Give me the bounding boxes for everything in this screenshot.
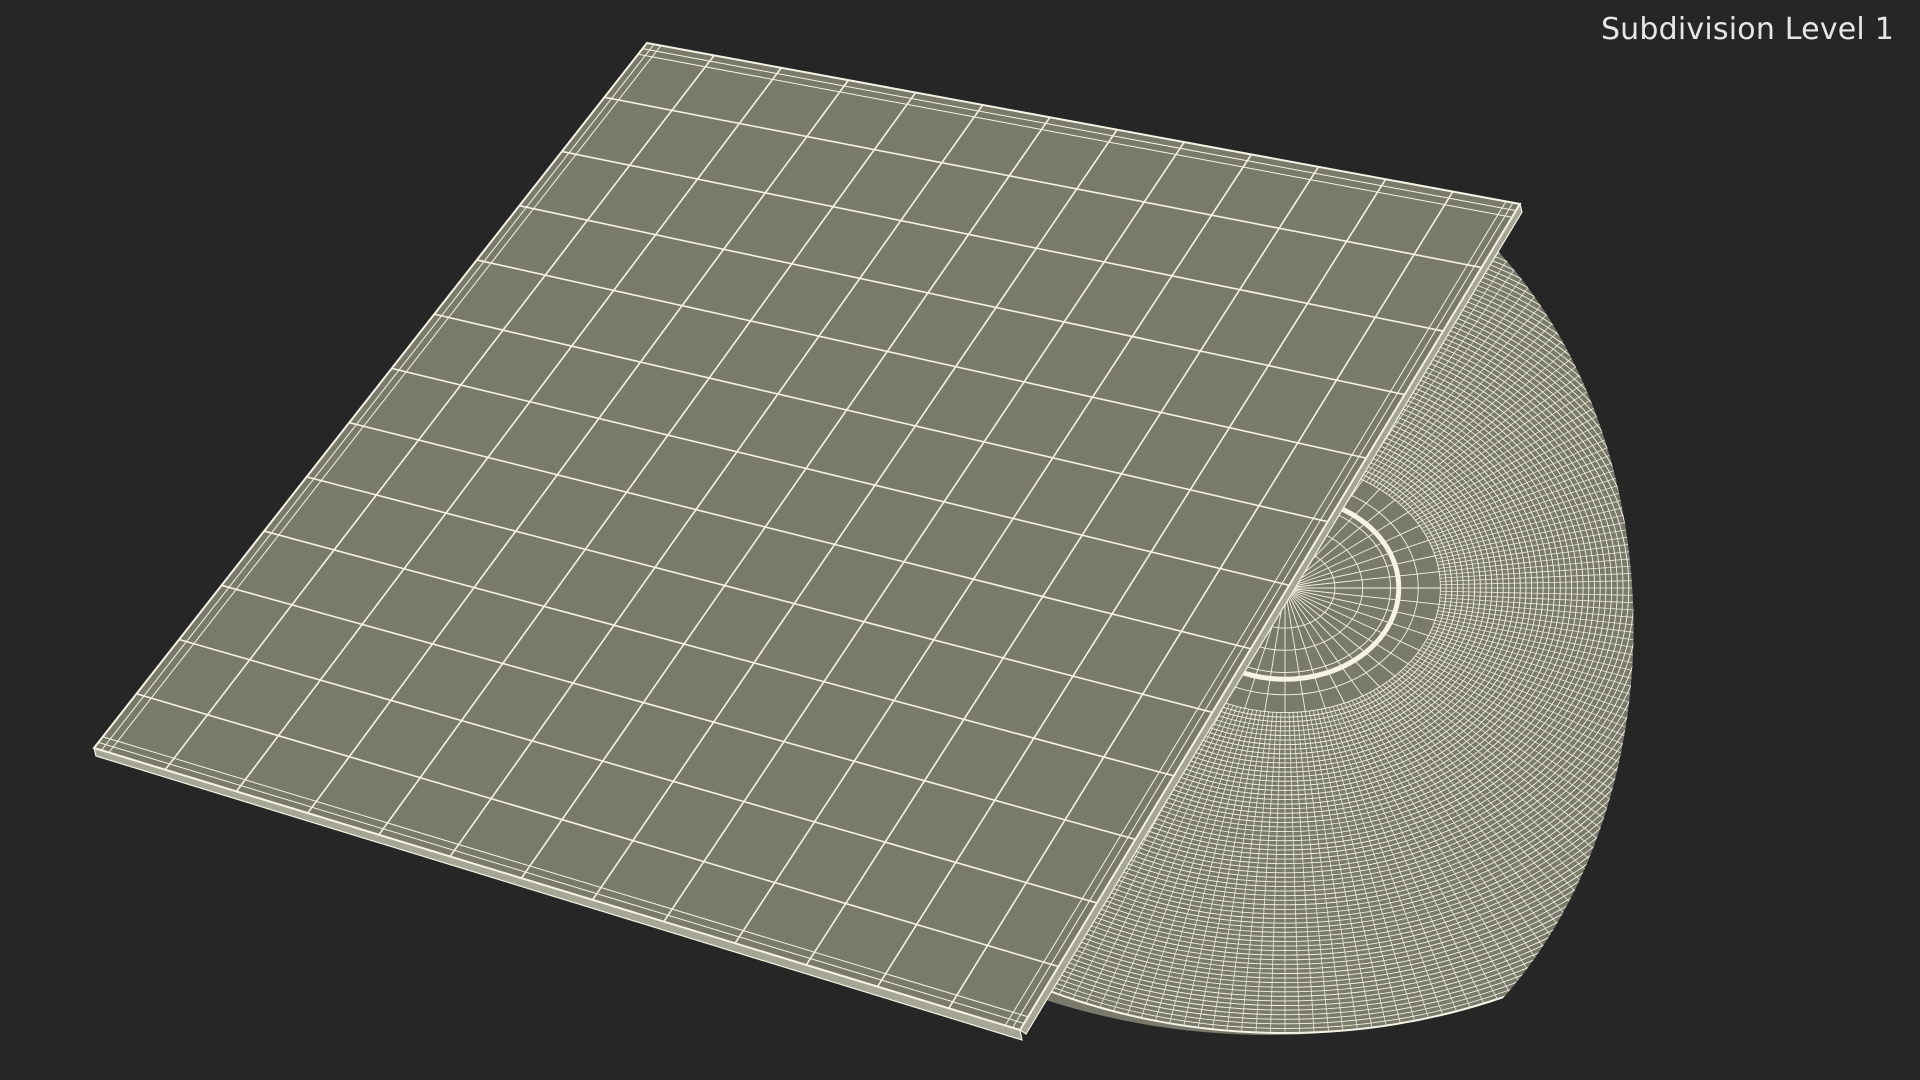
subdivision-level-label: Subdivision Level 1 — [1600, 12, 1894, 47]
wireframe-render — [92, 41, 1634, 1041]
3d-viewport[interactable]: Subdivision Level 1 — [0, 0, 1920, 1080]
